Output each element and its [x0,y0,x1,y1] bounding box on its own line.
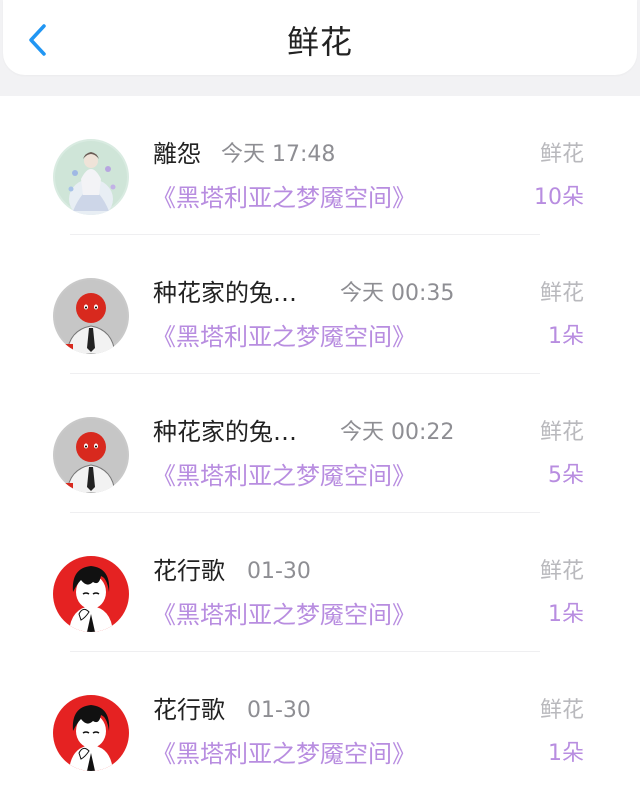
avatar[interactable] [53,695,129,771]
book-title-link[interactable]: 《黑塔利亚之梦魇空间》 [152,182,416,214]
username[interactable]: 離怨 [153,139,201,169]
book-title-link[interactable]: 《黑塔利亚之梦魇空间》 [152,738,416,770]
flower-count: 5朵 [548,463,584,488]
username[interactable]: 种花家的兔… [153,278,297,308]
username[interactable]: 花行歌 [153,695,225,725]
avatar[interactable] [53,139,129,215]
red-ball-avatar-icon [53,417,129,493]
header-bar: 鲜花 [3,0,637,75]
list-item[interactable]: 離怨 今天 17:48 《黑塔利亚之梦魇空间》 鲜花 10朵 [0,96,640,235]
flower-count: 1朵 [548,602,584,627]
avatar[interactable] [53,278,129,354]
avatar[interactable] [53,556,129,632]
avatar[interactable] [53,417,129,493]
timestamp: 今天 00:22 [340,420,455,445]
timestamp: 今天 00:35 [340,281,455,306]
list-item[interactable]: 花行歌 01-30 《黑塔利亚之梦魇空间》 鲜花 1朵 [0,513,640,652]
gift-type-label: 鲜花 [539,142,584,167]
gift-type-label: 鲜花 [539,698,584,723]
book-title-link[interactable]: 《黑塔利亚之梦魇空间》 [152,599,416,631]
list-item[interactable]: 种花家的兔… 今天 00:22 《黑塔利亚之梦魇空间》 鲜花 5朵 [0,374,640,513]
lace-dress-avatar-icon [53,139,129,215]
list-item[interactable]: 花行歌 01-30 《黑塔利亚之梦魇空间》 鲜花 1朵 [0,652,640,791]
timestamp: 01-30 [247,698,311,723]
book-title-link[interactable]: 《黑塔利亚之梦魇空间》 [152,321,416,353]
flowers-page: 鲜花 離怨 今天 17:48 《黑塔利亚之梦魇空间》 鲜花 10朵 种花家的兔…… [0,0,640,795]
timestamp: 01-30 [247,559,311,584]
username[interactable]: 花行歌 [153,556,225,586]
page-title: 鲜花 [286,23,353,61]
gift-type-label: 鲜花 [539,559,584,584]
flower-record-list: 離怨 今天 17:48 《黑塔利亚之梦魇空间》 鲜花 10朵 种花家的兔… 今天… [0,96,640,795]
timestamp: 今天 17:48 [221,142,336,167]
gift-type-label: 鲜花 [539,420,584,445]
flower-count: 1朵 [548,741,584,766]
black-hair-avatar-icon [53,556,129,632]
list-item[interactable]: 种花家的兔… 今天 00:35 《黑塔利亚之梦魇空间》 鲜花 1朵 [0,235,640,374]
red-ball-avatar-icon [53,278,129,354]
username[interactable]: 种花家的兔… [153,417,297,447]
black-hair-avatar-icon [53,695,129,771]
book-title-link[interactable]: 《黑塔利亚之梦魇空间》 [152,460,416,492]
gift-type-label: 鲜花 [539,281,584,306]
flower-count: 1朵 [548,324,584,349]
flower-count: 10朵 [534,185,584,210]
